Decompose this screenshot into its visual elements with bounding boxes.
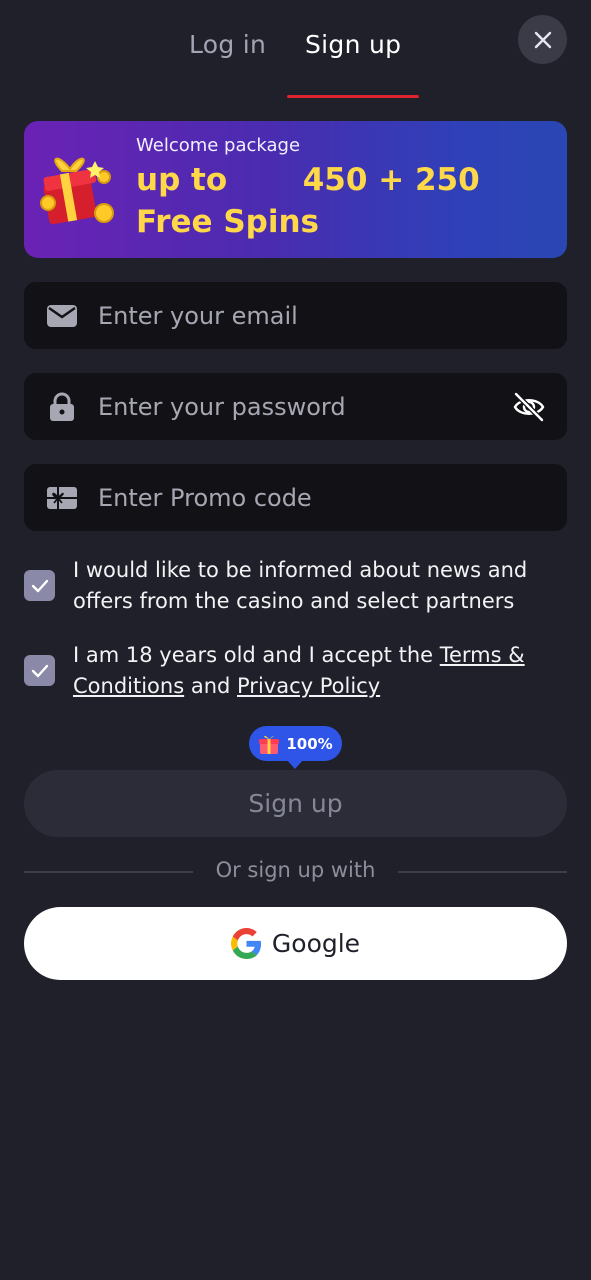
checkmark-icon <box>31 579 48 592</box>
consent-and: and <box>184 674 238 698</box>
consent-age-prefix: I am 18 years old and I accept the <box>73 643 440 667</box>
email-input[interactable] <box>98 282 498 349</box>
lock-icon <box>46 392 78 421</box>
consent-age-row: I am 18 years old and I accept the Terms… <box>24 640 569 702</box>
password-field <box>24 373 567 440</box>
active-tab-indicator <box>287 95 419 98</box>
gift-icon <box>259 735 280 754</box>
google-label: Google <box>271 929 361 958</box>
google-sign-up-button[interactable]: Google <box>24 907 567 980</box>
tab-log-in[interactable]: Log in <box>189 30 266 59</box>
welcome-banner: Welcome package up to 450 + 250 Free Spi… <box>24 121 567 258</box>
google-logo-icon <box>230 928 261 959</box>
auth-tabs: Log in Sign up <box>0 0 591 100</box>
close-icon <box>534 31 551 48</box>
close-button[interactable] <box>518 15 567 64</box>
banner-kicker: Welcome package <box>136 135 301 156</box>
envelope-icon <box>46 302 78 330</box>
consent-news-row: I would like to be informed about news a… <box>24 555 569 617</box>
bonus-badge: 100% <box>249 726 342 769</box>
privacy-policy-link[interactable]: Privacy Policy <box>237 674 380 698</box>
gift-card-icon <box>46 484 78 512</box>
password-input[interactable] <box>98 373 498 440</box>
bonus-percent: 100% <box>286 734 333 753</box>
consent-news-label: I would like to be informed about news a… <box>73 558 528 613</box>
consent-age-label: I am 18 years old and I accept the Terms… <box>73 640 563 702</box>
sign-up-button[interactable]: Sign up <box>24 770 567 837</box>
toggle-password-visibility[interactable] <box>511 389 547 425</box>
tab-sign-up[interactable]: Sign up <box>305 30 401 59</box>
promo-field <box>24 464 567 531</box>
divider-label: Or sign up with <box>215 858 376 882</box>
promo-code-input[interactable] <box>98 464 498 531</box>
consent-age-checkbox[interactable] <box>24 655 55 686</box>
eye-off-icon <box>513 391 545 422</box>
gift-box-icon <box>40 157 114 225</box>
email-field <box>24 282 567 349</box>
checkmark-icon <box>31 664 48 677</box>
consent-news-checkbox[interactable] <box>24 570 55 601</box>
banner-headline: up to 450 + 250 Free Spins <box>136 162 491 240</box>
